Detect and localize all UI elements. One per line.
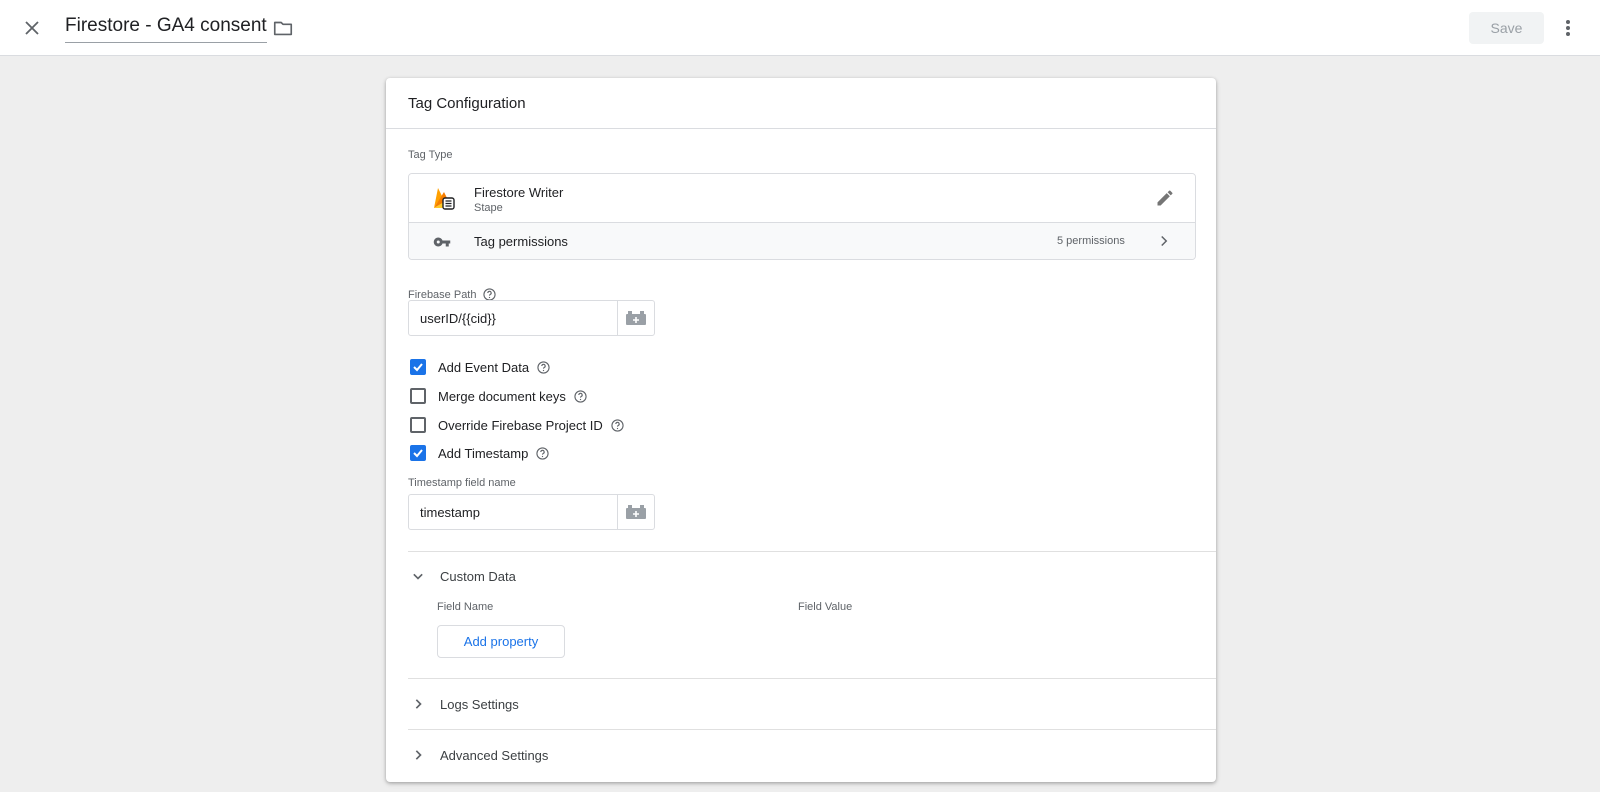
section-divider bbox=[408, 551, 1216, 552]
card-title: Tag Configuration bbox=[408, 95, 526, 112]
variable-picker-icon[interactable] bbox=[617, 301, 654, 335]
checkbox-checked-icon[interactable] bbox=[410, 445, 426, 461]
checkbox-unchecked-icon[interactable] bbox=[410, 417, 426, 433]
checkbox-label: Override Firebase Project ID bbox=[438, 417, 603, 433]
section-divider bbox=[408, 678, 1216, 679]
chevron-right-icon bbox=[1155, 232, 1173, 250]
tag-permissions-label: Tag permissions bbox=[474, 234, 568, 249]
chevron-down-icon bbox=[413, 573, 423, 580]
firebase-path-input[interactable]: userID/{{cid}} bbox=[408, 300, 655, 336]
checkbox-checked-icon[interactable] bbox=[410, 359, 426, 375]
tag-type-vendor: Stape bbox=[474, 202, 503, 214]
close-icon[interactable] bbox=[18, 14, 46, 42]
help-icon[interactable] bbox=[574, 389, 587, 403]
checkbox-unchecked-icon[interactable] bbox=[410, 388, 426, 404]
help-icon[interactable] bbox=[536, 446, 549, 460]
field-name-header: Field Name bbox=[437, 601, 494, 613]
custom-data-title: Custom Data bbox=[440, 568, 516, 584]
logs-settings-title: Logs Settings bbox=[440, 696, 519, 712]
checkbox-add-timestamp[interactable]: Add Timestamp bbox=[410, 444, 549, 462]
checkbox-override-project-id[interactable]: Override Firebase Project ID bbox=[410, 416, 624, 434]
help-icon[interactable] bbox=[537, 360, 550, 374]
more-vert-icon[interactable] bbox=[1556, 14, 1580, 42]
custom-data-section-toggle[interactable]: Custom Data bbox=[408, 564, 516, 588]
add-property-button[interactable]: Add property bbox=[437, 625, 565, 658]
firebase-icon bbox=[431, 186, 457, 212]
logs-settings-section-toggle[interactable]: Logs Settings bbox=[408, 692, 519, 716]
chevron-right-icon bbox=[415, 750, 422, 760]
checkbox-label: Merge document keys bbox=[438, 388, 566, 404]
tag-type-label: Tag Type bbox=[408, 149, 453, 161]
timestamp-field-input[interactable]: timestamp bbox=[408, 494, 655, 530]
section-divider bbox=[408, 729, 1216, 730]
tag-type-name: Firestore Writer bbox=[474, 185, 564, 200]
edit-pencil-icon[interactable] bbox=[1155, 188, 1177, 210]
save-button[interactable]: Save bbox=[1469, 12, 1544, 44]
checkbox-label: Add Event Data bbox=[438, 359, 530, 375]
card-header: Tag Configuration bbox=[386, 78, 1216, 129]
chevron-right-icon bbox=[415, 699, 422, 709]
advanced-settings-title: Advanced Settings bbox=[440, 747, 549, 763]
firebase-path-label: Firebase Path bbox=[408, 288, 477, 301]
timestamp-field-value: timestamp bbox=[420, 505, 480, 520]
folder-icon[interactable] bbox=[272, 17, 296, 41]
checkbox-add-event-data[interactable]: Add Event Data bbox=[410, 358, 550, 376]
tag-name-input[interactable]: Firestore - GA4 consent bbox=[65, 14, 267, 43]
timestamp-field-label: Timestamp field name bbox=[408, 477, 516, 489]
tag-configuration-card: Tag Configuration Tag Type Firestore Wri… bbox=[386, 78, 1216, 782]
checkbox-label: Add Timestamp bbox=[438, 445, 529, 461]
tag-type-box: Firestore Writer Stape Tag permissions 5… bbox=[408, 173, 1196, 260]
help-icon[interactable] bbox=[611, 418, 624, 432]
field-value-header: Field Value bbox=[798, 601, 853, 613]
key-icon bbox=[433, 233, 451, 251]
tag-permissions-row[interactable]: Tag permissions 5 permissions bbox=[409, 223, 1195, 259]
top-bar: Firestore - GA4 consent Save bbox=[0, 0, 1600, 56]
advanced-settings-section-toggle[interactable]: Advanced Settings bbox=[408, 743, 548, 767]
tag-type-selector[interactable]: Firestore Writer Stape bbox=[409, 174, 1195, 223]
firebase-path-value: userID/{{cid}} bbox=[420, 311, 496, 326]
variable-picker-icon[interactable] bbox=[617, 495, 654, 529]
permissions-count: 5 permissions bbox=[1057, 235, 1125, 247]
checkbox-merge-document-keys[interactable]: Merge document keys bbox=[410, 387, 587, 405]
